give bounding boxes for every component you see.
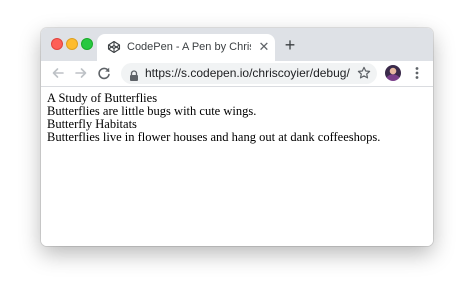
browser-toolbar: https://s.codepen.io/chriscoyier/debug/.… <box>41 61 433 87</box>
minimize-window-button[interactable] <box>66 38 78 50</box>
kebab-menu-icon[interactable] <box>411 65 423 81</box>
tab-title: CodePen - A Pen by Chris Coyier <box>127 41 251 53</box>
browser-window: CodePen - A Pen by Chris Coyier ✕ + <box>41 28 433 246</box>
page-paragraph: Butterflies live in flower houses and ha… <box>47 130 381 144</box>
url-text: https://s.codepen.io/chriscoyier/debug/.… <box>145 66 350 80</box>
close-window-button[interactable] <box>51 38 63 50</box>
maximize-window-button[interactable] <box>81 38 93 50</box>
browser-tab[interactable]: CodePen - A Pen by Chris Coyier ✕ <box>97 34 275 61</box>
lock-icon <box>129 68 139 81</box>
arrow-right-icon[interactable] <box>73 65 89 81</box>
plus-icon[interactable]: + <box>282 36 298 54</box>
star-icon[interactable] <box>357 66 371 80</box>
arrow-left-icon[interactable] <box>50 65 66 81</box>
address-bar[interactable]: https://s.codepen.io/chriscoyier/debug/.… <box>121 63 377 84</box>
document-body: A Study of Butterflies Butterflies are l… <box>47 92 427 144</box>
close-icon[interactable]: ✕ <box>257 40 271 54</box>
title-bar: CodePen - A Pen by Chris Coyier ✕ + <box>41 28 433 61</box>
reload-icon[interactable] <box>96 65 112 81</box>
page-content: A Study of Butterflies Butterflies are l… <box>41 87 433 246</box>
avatar[interactable] <box>385 65 401 81</box>
codepen-logo-icon <box>107 40 121 54</box>
